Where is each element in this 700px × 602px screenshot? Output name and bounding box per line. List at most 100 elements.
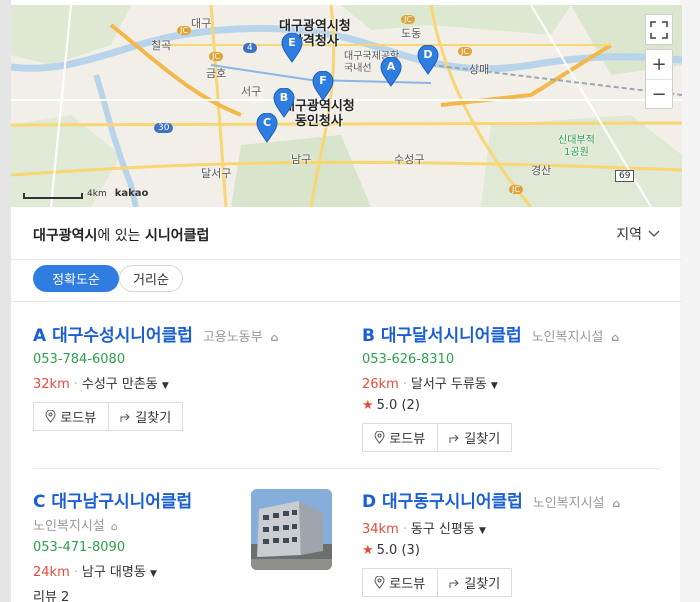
separator: ·: [402, 377, 407, 392]
result-phone-c[interactable]: 053-471-8090: [33, 540, 243, 555]
results-header: 대구광역시에 있는 시니어클럽 지역: [11, 207, 682, 260]
chevron-down-icon: [648, 230, 660, 237]
fullscreen-button[interactable]: [645, 14, 673, 45]
directions-button[interactable]: 길찾기: [436, 424, 512, 451]
directions-button[interactable]: 길찾기: [436, 569, 512, 596]
result-name-prefix-d: 대구동구: [382, 492, 445, 512]
scale-label: 4km: [87, 189, 107, 199]
home-icon: ⌂: [110, 520, 118, 533]
rating-value-b: 5.0: [376, 398, 398, 413]
tab-distance[interactable]: 거리순: [119, 265, 183, 292]
result-category-c: 노인복지시설: [33, 519, 105, 534]
home-icon: ⌂: [611, 331, 620, 344]
result-distance-a: 32km: [33, 377, 70, 392]
home-icon: ⌂: [270, 331, 279, 344]
map-label-park: 신대부적 1공원: [558, 135, 595, 158]
result-letter-a: A: [33, 326, 47, 346]
map-marker-e[interactable]: E: [281, 33, 303, 63]
result-name-prefix-b: 대구달서: [380, 326, 444, 346]
result-name-d[interactable]: D 대구동구시니어클럽 노인복지시설 ⌂: [362, 487, 662, 512]
result-distance-row-c: 24km · 남구 대명동 ▼: [33, 561, 243, 580]
zoom-in-button[interactable]: +: [646, 50, 672, 79]
zoom-out-button[interactable]: −: [646, 79, 672, 108]
search-results-panel: 대구 칠곡 금호 서구 도동 상매 남구 수성구 달서구 경산 대구광역시청 산…: [0, 0, 700, 602]
directions-label: 길찾기: [464, 577, 501, 592]
region-filter-label: 지역: [616, 227, 642, 243]
turn-right-icon: [449, 579, 460, 588]
result-rating-d[interactable]: ★ 5.0 (3): [362, 543, 662, 558]
result-card-c: C 대구남구시니어클럽 노인복지시설 ⌂ 053-471-8090 24km · 남…: [33, 487, 243, 602]
result-name-prefix-a: 대구수성: [52, 326, 115, 346]
map-marker-f-letter: F: [319, 74, 327, 87]
map-label-geumho: 금호: [206, 67, 227, 80]
map-view[interactable]: 대구 칠곡 금호 서구 도동 상매 남구 수성구 달서구 경산 대구광역시청 산…: [11, 5, 682, 207]
result-name-highlight-a: 시니어클럽: [114, 326, 193, 346]
result-review-c[interactable]: 리뷰 2: [33, 586, 243, 602]
result-rating-b[interactable]: ★ 5.0 (2): [362, 398, 662, 413]
pin-icon: [374, 431, 385, 444]
tab-accuracy[interactable]: 정확도순: [33, 265, 119, 292]
title-mid: 에 있는: [97, 228, 145, 244]
home-icon: ⌂: [612, 497, 621, 510]
map-marker-e-letter: E: [288, 36, 296, 49]
map-marker-d[interactable]: D: [417, 45, 439, 75]
caret-down-icon[interactable]: ▼: [150, 569, 157, 579]
map-marker-a[interactable]: A: [380, 57, 402, 87]
roadview-button[interactable]: 로드뷰: [363, 569, 437, 596]
map-marker-c[interactable]: C: [256, 113, 278, 143]
jc-label-4: JC: [458, 47, 472, 56]
roadview-button[interactable]: 로드뷰: [363, 424, 437, 451]
result-card-a: A 대구수성시니어클럽 고용노동부 ⌂ 053-784-6080 32km · 수성…: [33, 321, 333, 431]
map-label-dodong: 도동: [401, 27, 422, 40]
left-rail: [0, 0, 11, 602]
result-phone-b[interactable]: 053-626-8310: [362, 352, 662, 367]
result-category-a: 고용노동부: [202, 330, 263, 345]
caret-down-icon[interactable]: ▼: [162, 381, 169, 391]
route-69-shield: 69: [615, 170, 635, 182]
map-marker-b-letter: B: [279, 91, 289, 104]
directions-label: 길찾기: [135, 411, 172, 426]
separator: ·: [402, 522, 407, 537]
result-letter-b: B: [362, 326, 375, 346]
result-name-a[interactable]: A 대구수성시니어클럽 고용노동부 ⌂: [33, 321, 333, 346]
result-name-c[interactable]: C 대구남구시니어클럽: [33, 487, 243, 512]
result-category-row-c: 노인복지시설 ⌂: [33, 515, 243, 534]
map-label-dalseogu: 달서구: [201, 167, 232, 180]
result-card-b: B 대구달서시니어클럽 노인복지시설 ⌂ 053-626-8310 26km · 달…: [362, 321, 662, 452]
rating-value-d: 5.0: [376, 543, 398, 558]
caret-down-icon[interactable]: ▼: [479, 526, 486, 536]
result-name-b[interactable]: B 대구달서시니어클럽 노인복지시설 ⌂: [362, 321, 662, 346]
result-address-a[interactable]: 수성구 만촌동: [82, 377, 158, 392]
result-name-highlight-b: 시니어클럽: [443, 326, 522, 346]
results-title: 대구광역시에 있는 시니어클럽: [33, 225, 209, 245]
jc-label-2: JC: [209, 52, 223, 61]
result-name-prefix-c: 대구남구: [51, 492, 114, 512]
star-icon: ★: [362, 543, 374, 558]
directions-button[interactable]: 길찾기: [107, 403, 183, 430]
sort-tabs: 정확도순 거리순: [11, 260, 682, 302]
result-category-d: 노인복지시설: [532, 496, 605, 511]
result-thumbnail-c[interactable]: [251, 489, 332, 570]
jc-label-1: JC: [177, 26, 191, 35]
caret-down-icon[interactable]: ▼: [491, 381, 498, 391]
map-label-chilgok: 칠곡: [151, 39, 172, 52]
region-filter-button[interactable]: 지역: [616, 224, 660, 244]
result-address-d[interactable]: 동구 신평동: [411, 522, 475, 537]
map-marker-d-letter: D: [423, 48, 433, 61]
result-letter-c: C: [33, 492, 46, 512]
result-address-c[interactable]: 남구 대명동: [82, 565, 146, 580]
map-marker-f[interactable]: F: [312, 71, 334, 101]
title-region: 대구광역시: [33, 228, 98, 244]
result-phone-a[interactable]: 053-784-6080: [33, 352, 333, 367]
star-icon: ★: [362, 398, 374, 413]
roadview-label: 로드뷰: [389, 577, 426, 592]
title-keyword: 시니어클럽: [144, 228, 210, 244]
map-marker-c-letter: C: [262, 116, 272, 129]
result-category-b: 노인복지시설: [531, 330, 604, 345]
result-address-b[interactable]: 달서구 두류동: [411, 377, 487, 392]
roadview-button[interactable]: 로드뷰: [34, 403, 108, 430]
review-count-b: (2): [401, 398, 420, 413]
route-30-shield: 30: [154, 123, 174, 133]
map-label-seogu: 서구: [241, 85, 262, 98]
map-scale: 4km kakao: [23, 188, 148, 199]
